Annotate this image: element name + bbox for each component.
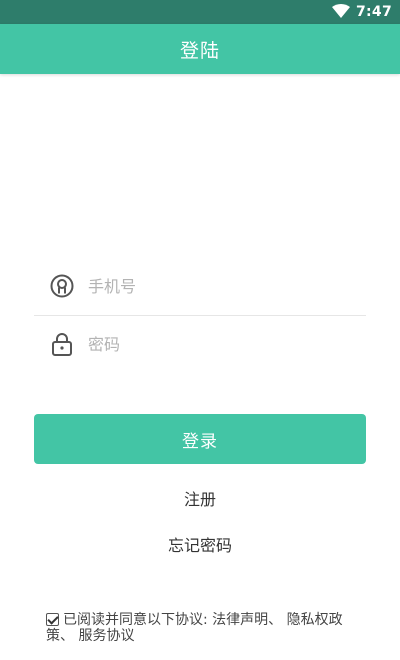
- agreement-separator: 、: [268, 612, 283, 628]
- phone-field: [34, 257, 366, 315]
- lock-icon: [50, 332, 74, 356]
- status-bar: 7:47: [0, 0, 400, 24]
- agreement-separator: 、: [60, 628, 74, 644]
- agreement: 已阅读并同意以下协议: 法律声明、 隐私权政策、 服务协议: [46, 612, 346, 644]
- status-time: 7:47: [355, 4, 392, 20]
- login-button[interactable]: 登录: [34, 414, 366, 464]
- legal-statement-link[interactable]: 法律声明: [212, 612, 268, 628]
- forgot-password-link[interactable]: 忘记密码: [0, 532, 400, 556]
- status-right: 7:47: [331, 0, 392, 24]
- service-agreement-link[interactable]: 服务协议: [78, 628, 134, 644]
- password-field: [34, 315, 366, 373]
- wifi-icon: [331, 3, 350, 22]
- page-title: 登陆: [179, 39, 220, 62]
- password-input[interactable]: [88, 329, 328, 359]
- app-bar: 登陆: [0, 24, 400, 74]
- user-icon: [50, 274, 74, 298]
- agreement-checkbox[interactable]: [46, 613, 59, 626]
- agreement-prefix: 已阅读并同意以下协议:: [63, 612, 208, 628]
- phone-input[interactable]: [88, 271, 328, 301]
- register-link[interactable]: 注册: [0, 486, 400, 510]
